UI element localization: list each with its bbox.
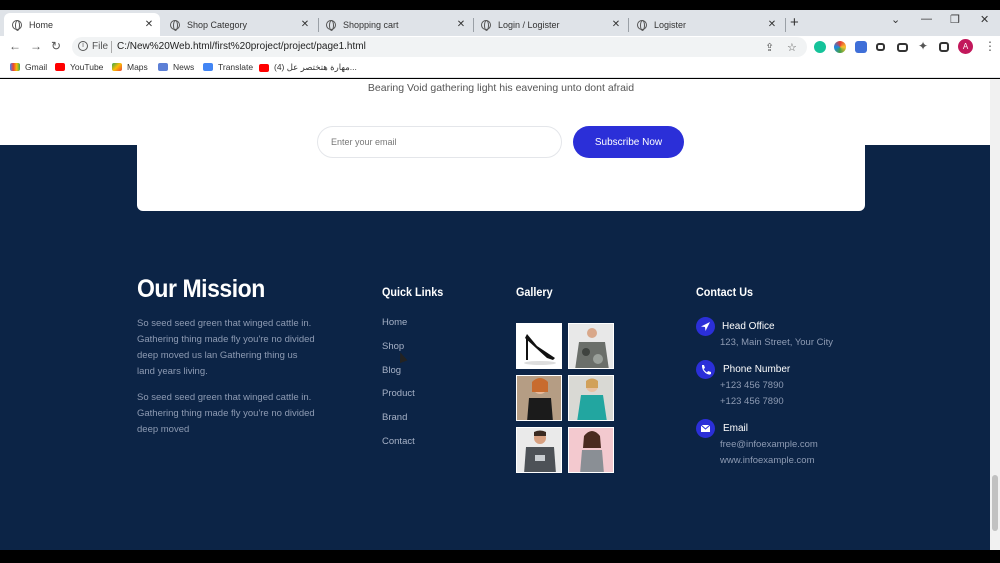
window-close-icon[interactable]: ✕: [980, 13, 989, 26]
grid-extension-icon[interactable]: [876, 43, 885, 51]
restore-icon[interactable]: ❐: [950, 13, 960, 26]
gallery-image-heels[interactable]: [516, 323, 562, 369]
news-icon: [158, 63, 168, 71]
address-bar[interactable]: i File C:/New%20Web.html/first%20project…: [72, 37, 807, 57]
phone-icon: [696, 360, 715, 379]
address-url[interactable]: C:/New%20Web.html/first%20project/projec…: [117, 41, 366, 52]
contact-title: Contact Us: [696, 285, 754, 299]
maps-icon: [112, 63, 122, 71]
bookmark-translate[interactable]: Translate: [203, 62, 253, 72]
mission-title: Our Mission: [137, 275, 265, 303]
address-divider: [111, 41, 112, 53]
menu-kebab-icon[interactable]: ⋮: [984, 39, 996, 53]
gallery-image-woman-pink[interactable]: [568, 427, 614, 473]
head-office-label: Head Office: [722, 321, 775, 332]
bookmark-youtube[interactable]: YouTube: [55, 62, 103, 72]
close-icon[interactable]: ✕: [609, 19, 623, 30]
close-icon[interactable]: ✕: [454, 19, 468, 30]
color-extension-icon[interactable]: [834, 41, 846, 53]
quick-link-brand[interactable]: Brand: [382, 412, 407, 423]
close-icon[interactable]: ✕: [298, 19, 312, 30]
forward-arrow-icon[interactable]: →: [30, 39, 42, 53]
bookmark-maps[interactable]: Maps: [112, 62, 148, 72]
info-icon[interactable]: i: [78, 41, 88, 51]
quick-link-shop[interactable]: Shop: [382, 341, 404, 352]
page-scrollbar[interactable]: [990, 79, 1000, 550]
gallery-image-camo-shirt[interactable]: [568, 323, 614, 369]
globe-icon: [637, 19, 647, 31]
close-icon[interactable]: ✕: [765, 19, 779, 30]
woman-teal-shape: [577, 378, 607, 420]
minimize-icon[interactable]: —: [921, 13, 932, 25]
youtube-icon: [55, 63, 65, 71]
gallery-title: Gallery: [516, 285, 553, 299]
gmail-icon: [10, 63, 20, 71]
youtube-icon: [259, 63, 269, 72]
phone-number-1: +123 456 7890: [720, 380, 784, 391]
envelope-icon: [696, 419, 715, 438]
tab-search-icon[interactable]: ⌄: [891, 13, 900, 26]
quick-link-product[interactable]: Product: [382, 388, 415, 399]
globe-icon: [12, 19, 22, 31]
globe-icon: [481, 19, 491, 31]
page-viewport: Bearing Void gathering light his eavenin…: [0, 79, 990, 550]
newsletter-card: Bearing Void gathering light his eavenin…: [137, 79, 865, 211]
bookmark-gmail[interactable]: Gmail: [10, 62, 47, 72]
profile-avatar[interactable]: A: [958, 39, 973, 54]
subscribe-button[interactable]: Subscribe Now: [573, 126, 684, 158]
mission-paragraph-2: So seed seed green that winged cattle in…: [137, 392, 315, 435]
share-icon[interactable]: ⇪: [765, 41, 774, 54]
location-arrow-icon: [696, 317, 715, 336]
close-icon[interactable]: ✕: [142, 19, 156, 30]
tab-shopping-cart[interactable]: Shopping cart ✕: [318, 13, 472, 36]
email-label: Email: [723, 423, 749, 434]
browser-toolbar: ← → ↻ i File C:/New%20Web.html/first%20p…: [0, 36, 1000, 58]
grammarly-extension-icon[interactable]: [814, 41, 826, 53]
globe-icon: [326, 19, 336, 31]
quick-link-contact[interactable]: Contact: [382, 436, 415, 447]
back-arrow-icon[interactable]: ←: [9, 39, 21, 53]
website-address[interactable]: www.infoexample.com: [720, 455, 815, 466]
man-shape: [524, 430, 556, 472]
extensions-puzzle-icon[interactable]: ✦: [918, 39, 928, 53]
bookmark-youtube-video[interactable]: (4) مهارة هتختصر عل...: [259, 62, 357, 73]
picture-in-picture-icon[interactable]: [897, 43, 908, 52]
email-input[interactable]: [317, 126, 562, 158]
phone-number-2: +123 456 7890: [720, 396, 784, 407]
quick-links-title: Quick Links: [382, 285, 444, 299]
tab-logister[interactable]: Logister ✕: [629, 13, 783, 36]
side-panel-icon[interactable]: [939, 42, 949, 52]
reload-icon[interactable]: ↻: [51, 39, 61, 53]
tab-shop-category[interactable]: Shop Category ✕: [162, 13, 316, 36]
gallery-image-woman-teal[interactable]: [568, 375, 614, 421]
email-address[interactable]: free@infoexample.com: [720, 439, 818, 450]
mission-paragraph-1: So seed seed green that winged cattle in…: [137, 318, 315, 377]
quick-link-blog[interactable]: Blog: [382, 365, 401, 376]
bookmarks-bar: Gmail YouTube Maps News Translate (4) مه…: [0, 58, 1000, 78]
address-scheme: File: [92, 41, 109, 52]
tab-separator: [785, 18, 786, 32]
tab-login[interactable]: Login / Logister ✕: [473, 13, 627, 36]
tab-strip: Home ✕ Shop Category ✕ Shopping cart ✕ L…: [0, 10, 1000, 36]
tab-home[interactable]: Home ✕: [4, 13, 160, 36]
gallery-image-man-tee[interactable]: [516, 427, 562, 473]
shirt-shape: [575, 328, 609, 368]
woman-pink-shape: [580, 431, 604, 472]
globe-icon: [170, 19, 180, 31]
translate-icon: [203, 63, 213, 71]
bookmark-star-icon[interactable]: ☆: [787, 41, 797, 54]
new-tab-button[interactable]: +: [790, 14, 799, 31]
cube-extension-icon[interactable]: [855, 41, 867, 53]
newsletter-text: Bearing Void gathering light his eavenin…: [367, 82, 635, 94]
bookmark-news[interactable]: News: [158, 62, 194, 72]
scrollbar-thumb[interactable]: [992, 475, 998, 531]
phone-number-label: Phone Number: [723, 364, 791, 375]
head-office-address: 123, Main Street, Your City: [720, 337, 834, 348]
quick-link-home[interactable]: Home: [382, 317, 407, 328]
gallery-image-woman-black[interactable]: [516, 375, 562, 421]
heels-shape: [524, 334, 556, 365]
woman-shape: [527, 378, 553, 420]
